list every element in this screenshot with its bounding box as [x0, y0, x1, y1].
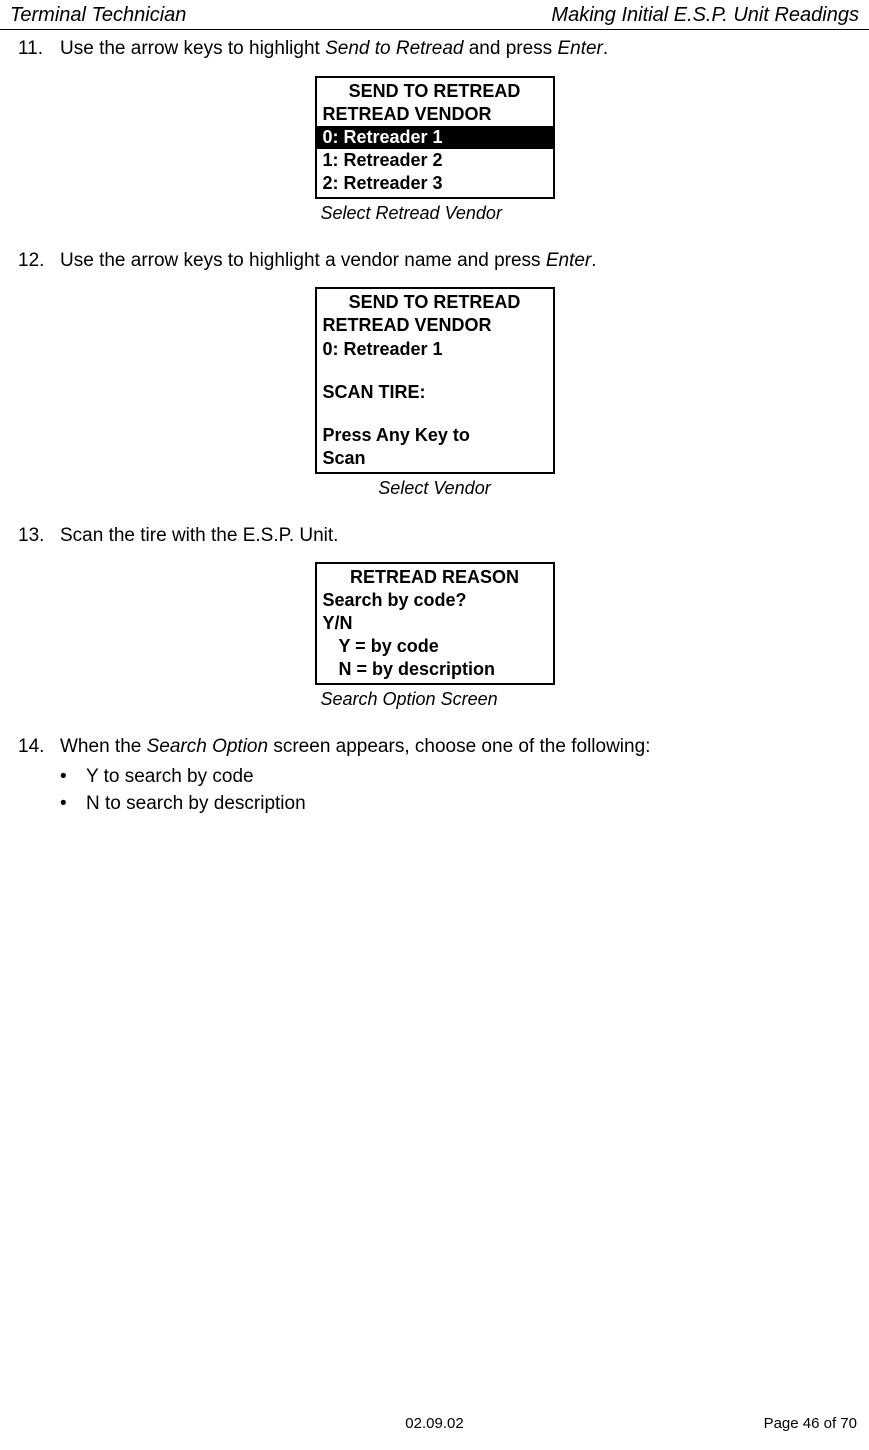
text-segment: Use the arrow keys to highlight a vendor…	[60, 250, 546, 271]
header-left: Terminal Technician	[10, 4, 186, 27]
screen-line: SCAN TIRE:	[317, 381, 553, 404]
text-italic: Send to Retread	[325, 38, 463, 59]
screen-caption: Select Retread Vendor	[315, 203, 555, 224]
step-12: 12. Use the arrow keys to highlight a ve…	[18, 248, 851, 274]
step-11: 11. Use the arrow keys to highlight Send…	[18, 36, 851, 62]
step-number: 14.	[18, 734, 60, 760]
screen-send-to-retread-2: SEND TO RETREAD RETREAD VENDOR 0: Retrea…	[315, 287, 555, 473]
screen-send-to-retread-1: SEND TO RETREAD RETREAD VENDOR 0: Retrea…	[315, 76, 555, 199]
text-italic: Enter	[557, 38, 602, 59]
text-segment: and press	[463, 38, 557, 59]
step-13: 13. Scan the tire with the E.S.P. Unit.	[18, 523, 851, 549]
bullet-item: N to search by description	[60, 791, 851, 818]
bullet-text: N to search by description	[86, 791, 306, 818]
screen-line: 1: Retreader 2	[317, 149, 553, 172]
step-text: Use the arrow keys to highlight a vendor…	[60, 248, 851, 274]
screen-retread-reason: RETREAD REASON Search by code? Y/N Y = b…	[315, 562, 555, 685]
page-header: Terminal Technician Making Initial E.S.P…	[0, 0, 869, 30]
page-content: 11. Use the arrow keys to highlight Send…	[0, 30, 869, 817]
screen-line: Y/N	[317, 612, 553, 635]
page-footer: 02.09.02 Page 46 of 70	[0, 1415, 869, 1432]
screen-line-selected: 0: Retreader 1	[317, 126, 553, 149]
step-14: 14. When the Search Option screen appear…	[18, 734, 851, 760]
screen-line: Scan	[317, 447, 553, 472]
screen-line: Press Any Key to	[317, 424, 553, 447]
screen-caption: Search Option Screen	[315, 689, 555, 710]
screen-title: SEND TO RETREAD	[317, 289, 553, 314]
screen-line: RETREAD VENDOR	[317, 314, 553, 337]
text-segment: screen appears, choose one of the follow…	[268, 736, 650, 757]
text-italic: Search Option	[147, 736, 268, 757]
bullet-item: Y to search by code	[60, 764, 851, 791]
screen-line: 2: Retreader 3	[317, 172, 553, 197]
screen-line: N = by description	[317, 658, 553, 683]
step-number: 12.	[18, 248, 60, 274]
text-segment: Use the arrow keys to highlight	[60, 38, 325, 59]
footer-date: 02.09.02	[212, 1415, 657, 1432]
screen-title: SEND TO RETREAD	[317, 78, 553, 103]
footer-left	[12, 1415, 212, 1432]
text-segment: When the	[60, 736, 147, 757]
step-number: 11.	[18, 36, 60, 62]
bullet-list: Y to search by code N to search by descr…	[60, 764, 851, 817]
text-segment: .	[591, 250, 596, 271]
header-right: Making Initial E.S.P. Unit Readings	[551, 4, 859, 27]
step-text: Use the arrow keys to highlight Send to …	[60, 36, 851, 62]
bullet-text: Y to search by code	[86, 764, 254, 791]
step-number: 13.	[18, 523, 60, 549]
text-segment: .	[603, 38, 608, 59]
screen-line: RETREAD VENDOR	[317, 103, 553, 126]
screen-line: Search by code?	[317, 589, 553, 612]
footer-page: Page 46 of 70	[657, 1415, 857, 1432]
step-text: When the Search Option screen appears, c…	[60, 734, 851, 760]
step-text: Scan the tire with the E.S.P. Unit.	[60, 523, 851, 549]
screen-line: Y = by code	[317, 635, 553, 658]
screen-caption: Select Vendor	[315, 478, 555, 499]
text-italic: Enter	[546, 250, 591, 271]
screen-title: RETREAD REASON	[317, 564, 553, 589]
screen-line: 0: Retreader 1	[317, 338, 553, 361]
